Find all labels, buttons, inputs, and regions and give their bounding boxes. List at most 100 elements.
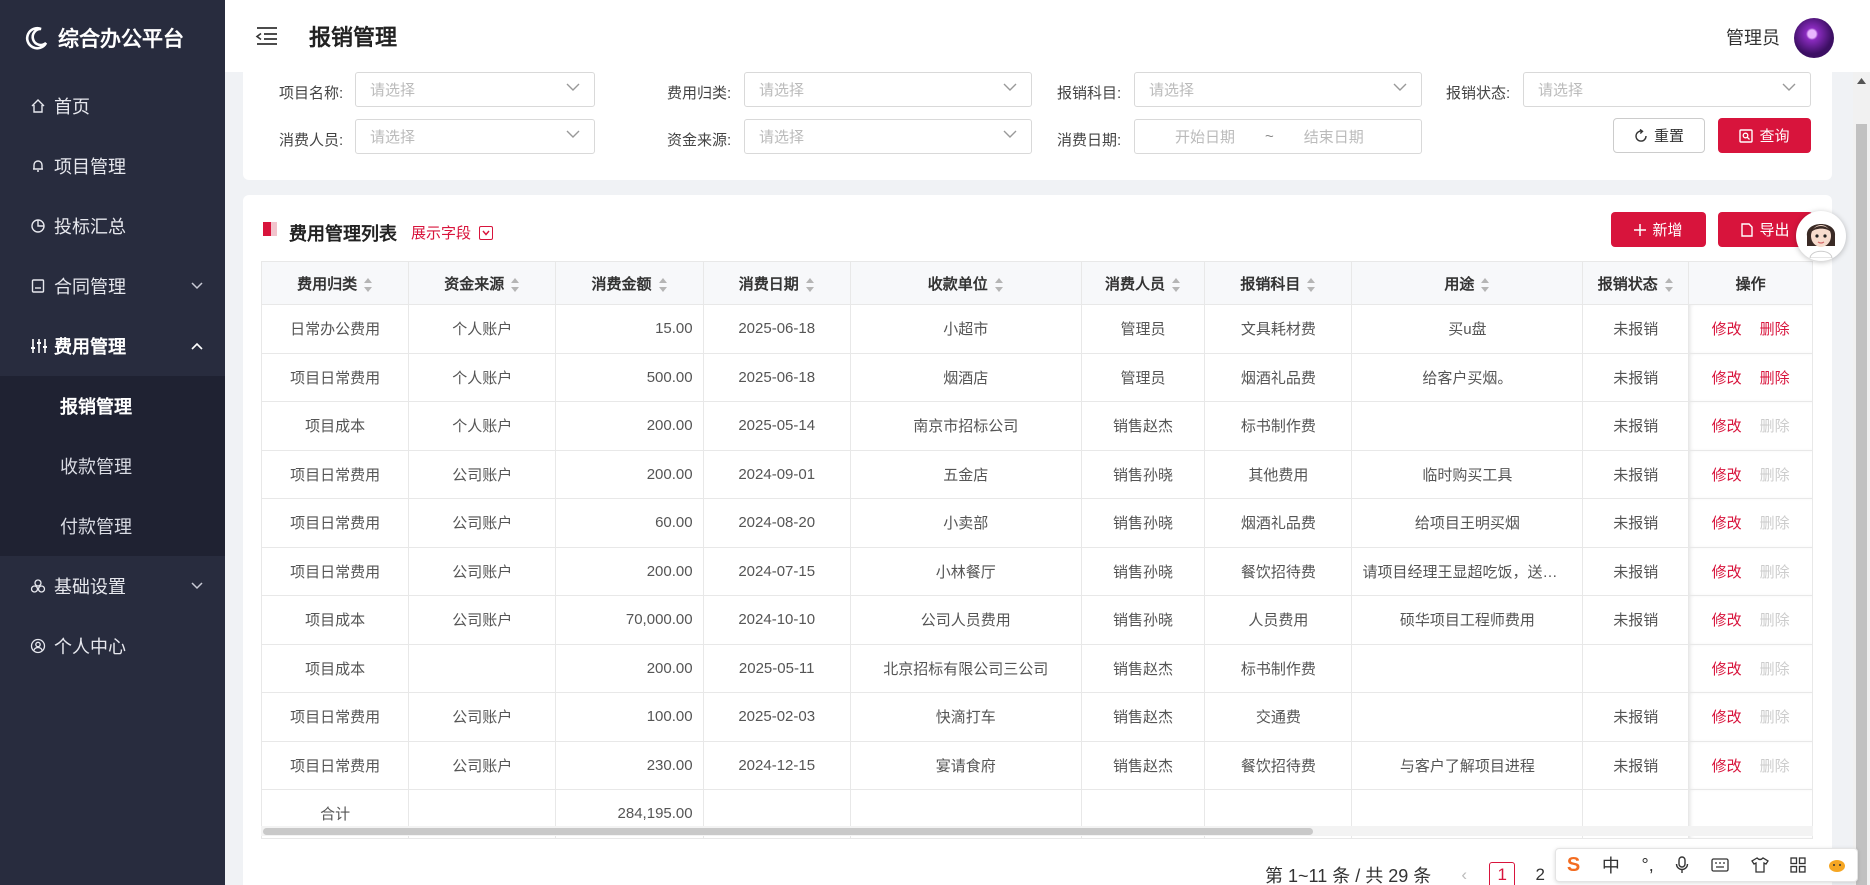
keyboard-icon[interactable]	[1711, 858, 1729, 872]
cost-category-select[interactable]: 请选择	[744, 72, 1032, 107]
table-cell	[1351, 401, 1584, 451]
document-icon	[30, 278, 50, 294]
chevron-up-icon	[191, 342, 203, 350]
ime-lang-toggle[interactable]: 中	[1602, 852, 1620, 878]
select-placeholder: 请选择	[759, 82, 805, 99]
col-header[interactable]: 资金来源	[408, 261, 557, 305]
emoji-icon[interactable]	[1828, 857, 1846, 873]
reimb-subject-select[interactable]: 请选择	[1134, 72, 1422, 107]
spender-select[interactable]: 请选择	[355, 119, 595, 154]
col-header[interactable]: 消费人员	[1080, 261, 1206, 305]
reset-label: 重置	[1653, 128, 1684, 145]
col-header[interactable]: 消费日期	[702, 261, 851, 305]
reset-button[interactable]: 重置	[1613, 118, 1705, 153]
edit-link[interactable]: 修改	[1712, 709, 1742, 726]
sidebar-item-receipts[interactable]: 收款管理	[0, 436, 225, 496]
table-cell: 2025-02-03	[702, 692, 851, 742]
scroll-thumb[interactable]	[263, 828, 1313, 835]
table-cell: 未报销	[1582, 546, 1690, 596]
sogou-logo-icon[interactable]: S	[1567, 854, 1580, 877]
table-cell: 给客户买烟。	[1351, 352, 1584, 402]
sort-icon[interactable]	[1664, 277, 1674, 292]
menu-collapse-icon[interactable]	[255, 25, 281, 47]
page-2[interactable]: 2	[1527, 862, 1553, 885]
sort-icon[interactable]	[1306, 277, 1316, 292]
sidebar-item-payments[interactable]: 付款管理	[0, 496, 225, 556]
table-row: 项目日常费用 公司账户 60.00 2024-08-20 小卖部 销售孙晓 烟酒礼品费 给项目…	[260, 498, 1813, 548]
query-label: 查询	[1759, 128, 1790, 145]
col-header[interactable]: 用途	[1351, 261, 1584, 305]
query-button[interactable]: 查询	[1718, 118, 1811, 153]
edit-link[interactable]: 修改	[1712, 661, 1742, 678]
user-name[interactable]: 管理员	[1726, 24, 1780, 50]
page-title: 报销管理	[309, 25, 398, 50]
show-fields-toggle[interactable]: 展示字段	[411, 222, 494, 243]
ime-punct-toggle[interactable]: °,	[1642, 855, 1654, 876]
edit-link[interactable]: 修改	[1712, 370, 1742, 387]
sidebar-item-profile[interactable]: 个人中心	[0, 616, 225, 676]
sort-icon[interactable]	[805, 277, 815, 292]
microphone-icon[interactable]	[1675, 856, 1689, 874]
sidebar-item-projects[interactable]: 项目管理	[0, 136, 225, 196]
row-actions: 修改 删除	[1688, 498, 1813, 548]
spend-date-range[interactable]: 开始日期 ~ 结束日期	[1134, 119, 1422, 154]
project-name-select[interactable]: 请选择	[355, 72, 595, 107]
table-cell: 标书制作费	[1204, 401, 1353, 451]
edit-link[interactable]: 修改	[1712, 321, 1742, 338]
sidebar-item-reimbursement[interactable]: 报销管理	[0, 376, 225, 436]
table-cell: 买u盘	[1351, 304, 1584, 354]
sort-icon[interactable]	[363, 277, 373, 292]
edit-link[interactable]: 修改	[1712, 564, 1742, 581]
reimb-status-select[interactable]: 请选择	[1523, 72, 1811, 107]
table-cell: 公司账户	[408, 546, 557, 596]
table-cell: 200.00	[555, 546, 704, 596]
sort-icon[interactable]	[658, 277, 668, 292]
vertical-scrollbar[interactable]	[1853, 72, 1870, 885]
scroll-up-icon[interactable]	[1857, 78, 1866, 84]
table-row: 项目日常费用 公司账户 100.00 2025-02-03 快滴打车 销售赵杰 交通费 未报销…	[260, 692, 1813, 742]
delete-link: 删除	[1759, 612, 1790, 630]
add-button[interactable]: 新增	[1611, 212, 1706, 247]
sort-icon[interactable]	[994, 277, 1004, 292]
app-logo[interactable]: 综合办公平台	[0, 0, 225, 76]
assistant-avatar[interactable]	[1796, 211, 1846, 261]
edit-link[interactable]: 修改	[1712, 758, 1742, 775]
edit-link[interactable]: 修改	[1712, 612, 1742, 629]
sidebar-item-expenses[interactable]: 费用管理	[0, 316, 225, 376]
avatar[interactable]	[1794, 18, 1834, 58]
edit-link[interactable]: 修改	[1712, 467, 1742, 484]
col-header[interactable]: 消费金额	[555, 261, 704, 305]
col-header[interactable]: 费用归类	[260, 261, 410, 305]
prev-page-icon[interactable]: ‹	[1451, 862, 1477, 885]
skin-shirt-icon[interactable]	[1750, 857, 1769, 873]
table-cell: 硕华项目工程师费用	[1351, 595, 1584, 645]
sort-icon[interactable]	[1480, 277, 1490, 292]
delete-link[interactable]: 删除	[1760, 321, 1790, 338]
date-end-placeholder[interactable]: 结束日期	[1304, 126, 1364, 147]
page-1[interactable]: 1	[1489, 862, 1516, 885]
sort-icon[interactable]	[1171, 277, 1181, 292]
fund-source-select[interactable]: 请选择	[744, 119, 1032, 154]
sort-icon[interactable]	[510, 277, 520, 292]
select-placeholder: 请选择	[759, 129, 805, 146]
grid-apps-icon[interactable]	[1790, 857, 1807, 873]
table-cell: 200.00	[555, 401, 704, 451]
title-flag-icon	[263, 222, 277, 236]
col-header[interactable]: 报销状态	[1582, 261, 1690, 305]
table-cell: 文具耗材费	[1204, 304, 1353, 354]
horizontal-scrollbar[interactable]	[261, 826, 1813, 836]
sidebar-item-home[interactable]: 首页	[0, 76, 225, 136]
edit-link[interactable]: 修改	[1712, 418, 1742, 435]
edit-link[interactable]: 修改	[1712, 515, 1742, 532]
delete-link[interactable]: 删除	[1760, 370, 1790, 387]
row-actions: 修改 删除	[1688, 304, 1813, 354]
sidebar-item-settings[interactable]: 基础设置	[0, 556, 225, 616]
date-start-placeholder[interactable]: 开始日期	[1175, 126, 1235, 147]
col-header[interactable]: 报销科目	[1204, 261, 1353, 305]
ime-toolbar: S 中 °,	[1555, 848, 1858, 882]
sidebar-item-contracts[interactable]: 合同管理	[0, 256, 225, 316]
scroll-thumb[interactable]	[1856, 124, 1867, 885]
col-header[interactable]: 收款单位	[849, 261, 1082, 305]
sidebar-item-bids[interactable]: 投标汇总	[0, 196, 225, 256]
row-actions: 修改 删除	[1688, 352, 1813, 402]
